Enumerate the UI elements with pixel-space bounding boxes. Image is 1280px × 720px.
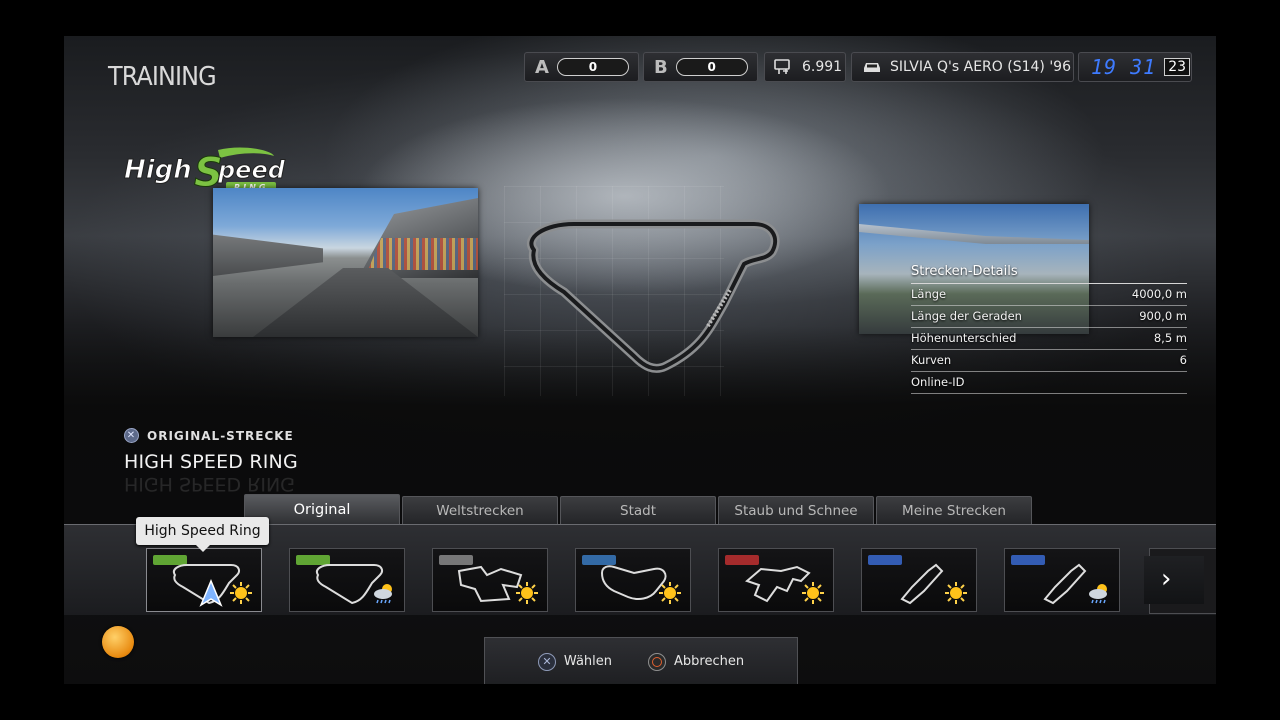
high-speed-ring-logo: High S peed RING (124, 147, 286, 194)
track-name-reflection: HIGH SPEED RING (124, 473, 295, 495)
button-hints: ✕ Wählen Abbrechen (484, 637, 798, 684)
clock-badge: 19 31 23 (1078, 52, 1192, 82)
credits-icon (774, 59, 790, 74)
track-details-panel: Strecken-Details Länge 4000,0 m Länge de… (911, 264, 1187, 394)
pitbox-shape (213, 234, 323, 276)
detail-label: Online-ID (911, 375, 965, 389)
cross-button-icon: ✕ (537, 652, 556, 671)
track-layout-map (527, 219, 780, 373)
car-icon (864, 63, 880, 72)
track-card-special-stage-x-rain[interactable] (1004, 548, 1120, 612)
detail-label: Kurven (911, 353, 952, 367)
rating-a-badge: A 0 (524, 52, 639, 82)
details-title: Strecken-Details (911, 264, 1187, 284)
detail-value: 6 (1179, 353, 1187, 367)
track-card-deep-forest[interactable] (575, 548, 691, 612)
cancel-hint[interactable]: Abbrechen (648, 652, 745, 671)
detail-row-online-id: Online-ID (911, 372, 1187, 394)
select-hint[interactable]: ✕ Wählen (537, 652, 612, 671)
detail-row-straight: Länge der Geraden 900,0 m (911, 306, 1187, 328)
car-badge: SILVIA Q's AERO (S14) '96 (851, 52, 1074, 82)
sunny-icon (802, 582, 824, 604)
svg-text:peed: peed (217, 156, 286, 184)
clock-time: 19 31 (1091, 55, 1157, 79)
detail-value: 4000,0 m (1131, 287, 1187, 301)
chevron-right-icon: › (1161, 564, 1172, 594)
tab-dirt-snow[interactable]: Staub und Schnee (718, 496, 874, 524)
track-card-high-speed-ring[interactable] (146, 548, 262, 612)
detail-row-length: Länge 4000,0 m (911, 284, 1187, 306)
detail-row-elevation: Höhenunterschied 8,5 m (911, 328, 1187, 350)
track-card-special-stage-x[interactable] (861, 548, 977, 612)
rain-icon (374, 584, 392, 604)
road-shape (253, 268, 478, 337)
sunny-icon (659, 582, 681, 604)
track-preview-image (213, 188, 478, 337)
detail-label: Höhenunterschied (911, 331, 1017, 345)
clock-day: 23 (1164, 58, 1191, 76)
circle-button-icon (648, 652, 666, 671)
page-title: TRAINING (108, 62, 217, 92)
home-icon[interactable] (102, 626, 134, 658)
rating-b-value: 0 (675, 58, 748, 76)
bridge-shape (859, 224, 1089, 244)
screen: TRAINING A 0 B 0 6.991 SILVIA Q's AERO (… (64, 36, 1216, 684)
next-page-button[interactable]: › (1144, 556, 1204, 604)
track-category-label: ORIGINAL-STRECKE (147, 428, 294, 443)
rating-a-letter: A (535, 56, 549, 78)
cancel-label: Abbrechen (674, 654, 745, 669)
track-list (146, 548, 1120, 612)
credits-value: 6.991 (802, 59, 843, 75)
select-label: Wählen (563, 654, 612, 669)
rain-icon (1089, 584, 1107, 604)
rating-a-value: 0 (556, 58, 629, 76)
tab-world-tracks[interactable]: Weltstrecken (402, 496, 558, 524)
tab-city[interactable]: Stadt (560, 496, 716, 524)
tab-my-tracks[interactable]: Meine Strecken (876, 496, 1032, 524)
credits-badge: 6.991 (764, 52, 846, 82)
track-card-trial-mountain[interactable] (432, 548, 548, 612)
rating-b-letter: B (654, 56, 668, 78)
track-name: HIGH SPEED RING (124, 451, 298, 473)
track-card-high-speed-ring-rain[interactable] (289, 548, 405, 612)
crowd-shape (368, 238, 478, 270)
sunny-icon (516, 582, 538, 604)
detail-value: 8,5 m (1153, 331, 1187, 345)
detail-label: Länge der Geraden (911, 309, 1022, 323)
detail-row-corners: Kurven 6 (911, 350, 1187, 372)
cross-icon: ✕ (124, 428, 139, 443)
category-tabs: Original Weltstrecken Stadt Staub und Sc… (244, 494, 1032, 524)
track-category: ✕ ORIGINAL-STRECKE (124, 428, 294, 443)
svg-text:High: High (124, 155, 192, 185)
car-name: SILVIA Q's AERO (S14) '96 (890, 59, 1071, 75)
cursor-arrow-icon (199, 579, 223, 607)
detail-value: 900,0 m (1139, 309, 1187, 323)
rating-b-badge: B 0 (643, 52, 758, 82)
sunny-icon (230, 582, 252, 604)
sunny-icon (945, 582, 967, 604)
track-tooltip: High Speed Ring (136, 517, 269, 552)
track-card-grand-valley[interactable] (718, 548, 834, 612)
detail-label: Länge (911, 287, 947, 301)
